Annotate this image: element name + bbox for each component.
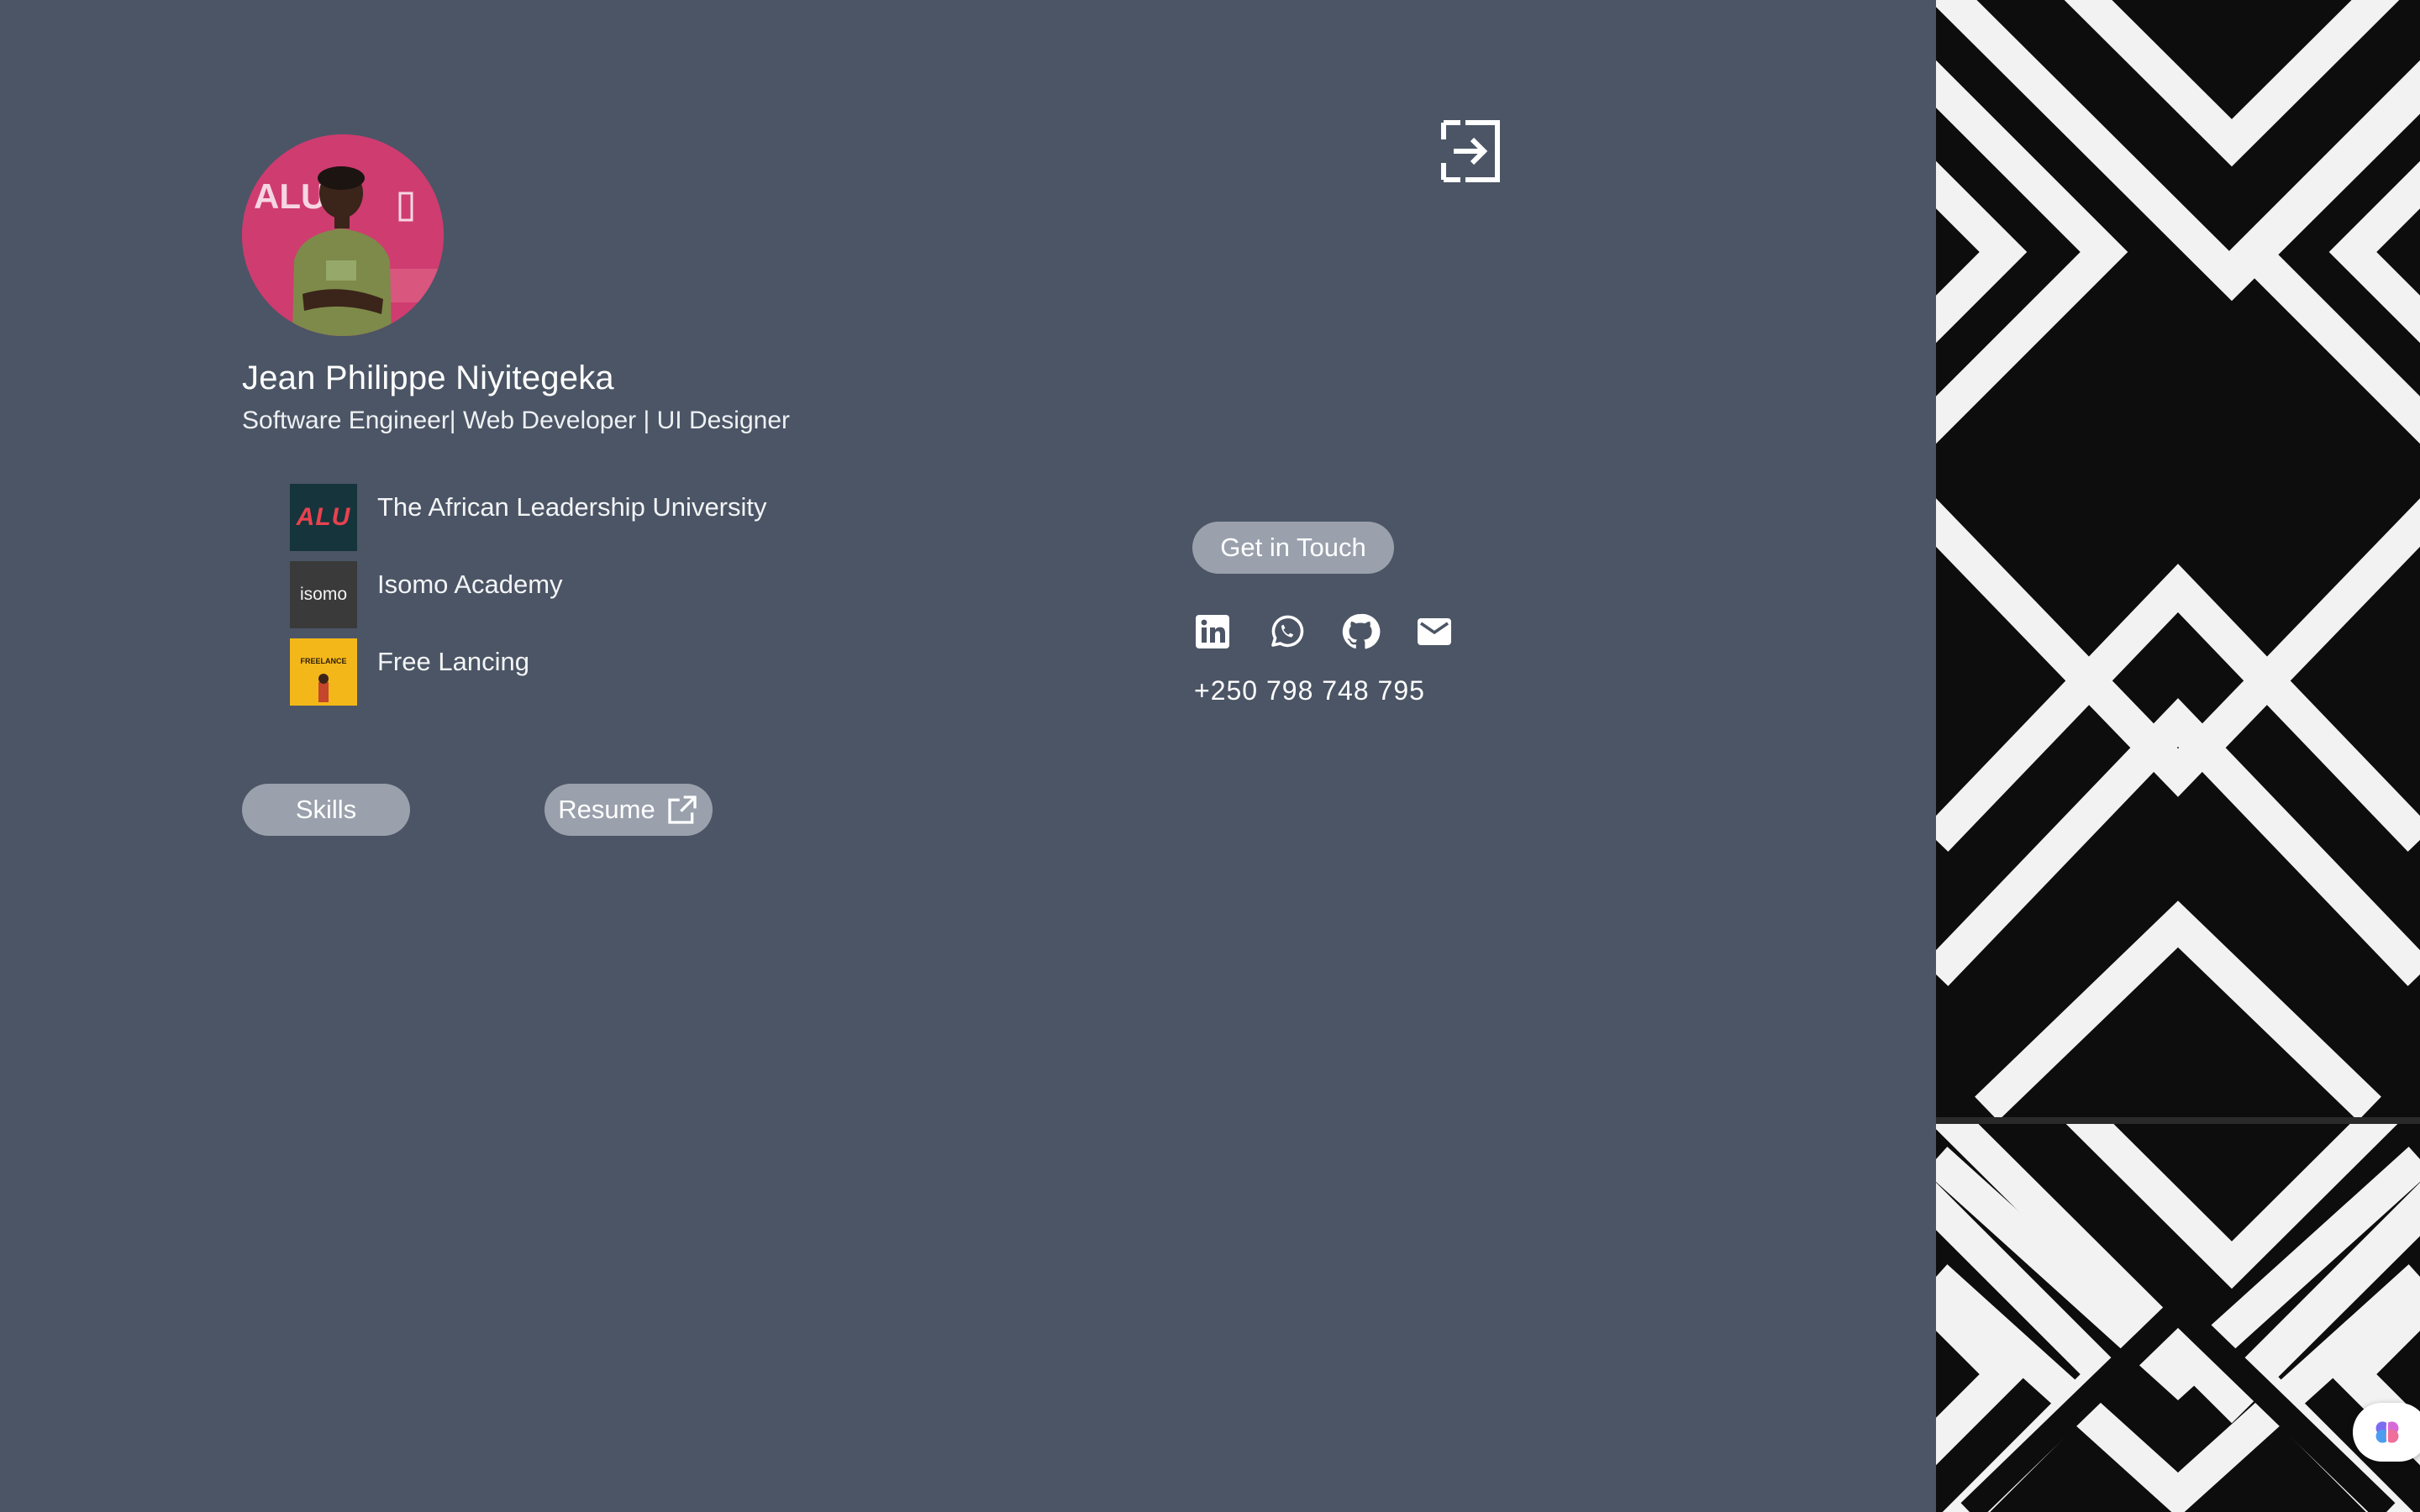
resume-button[interactable]: Resume xyxy=(544,784,713,836)
isomo-logo-text: isomo xyxy=(299,585,348,604)
freelance-logo-text: FREELANCE xyxy=(300,657,346,665)
resume-button-label: Resume xyxy=(558,795,655,824)
profile-role: Software Engineer| Web Developer | UI De… xyxy=(242,407,791,434)
get-in-touch-label: Get in Touch xyxy=(1220,533,1366,562)
org-label: Isomo Academy xyxy=(377,570,563,599)
assistant-button[interactable] xyxy=(2353,1403,2420,1462)
brain-icon xyxy=(2375,1421,2399,1443)
main-panel: ALU Jean Philippe Niyitegeka Software En… xyxy=(0,0,1936,1512)
org-item-alu: ALU The African Leadership University xyxy=(290,484,767,551)
org-item-isomo: isomo Isomo Academy xyxy=(290,561,563,628)
isomo-logo: isomo xyxy=(290,561,357,628)
alu-logo-text: ALU xyxy=(296,503,351,531)
alu-logo: ALU xyxy=(290,484,357,551)
mail-icon[interactable] xyxy=(1414,612,1455,652)
org-item-freelancing: FREELANCE Free Lancing xyxy=(290,638,529,706)
phone-number: +250 798 748 795 xyxy=(1194,675,1425,706)
avatar-logo-text: ALU xyxy=(254,176,326,216)
skills-button-label: Skills xyxy=(295,795,357,824)
freelance-logo: FREELANCE xyxy=(290,638,357,706)
org-label: Free Lancing xyxy=(377,647,529,676)
external-link-icon xyxy=(668,795,697,824)
skills-button[interactable]: Skills xyxy=(242,784,410,836)
linkedin-icon[interactable] xyxy=(1192,612,1233,652)
profile-name: Jean Philippe Niyitegeka xyxy=(242,360,614,396)
github-icon[interactable] xyxy=(1340,612,1381,652)
whatsapp-icon[interactable] xyxy=(1266,612,1307,652)
get-in-touch-button[interactable]: Get in Touch xyxy=(1192,522,1394,574)
avatar: ALU xyxy=(242,134,444,336)
decorative-pattern xyxy=(1936,0,2420,1512)
sign-in-icon[interactable] xyxy=(1439,118,1506,185)
org-label: The African Leadership University xyxy=(377,492,767,522)
